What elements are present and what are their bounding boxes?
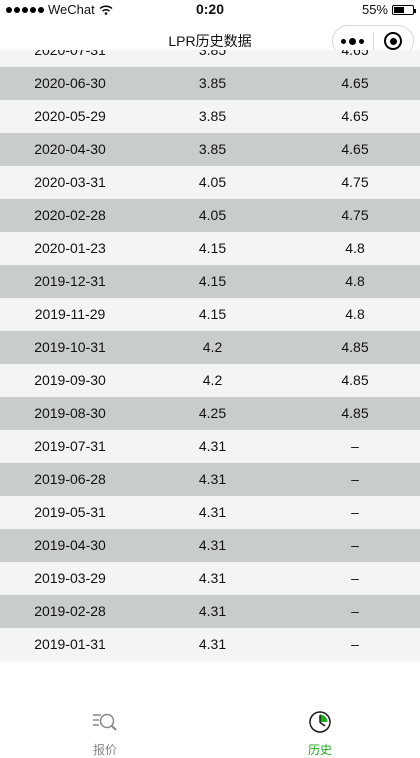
battery-group: 55% xyxy=(361,2,416,17)
one-year-rate-cell: 3.85 xyxy=(198,141,227,157)
one-year-rate-cell: 4.2 xyxy=(202,372,223,388)
five-year-rate-cell: 4.85 xyxy=(341,372,369,388)
tab-quote-label: 报价 xyxy=(92,743,117,757)
one-year-rate-cell: 4.31 xyxy=(198,471,227,487)
five-year-rate-cell: 4.8 xyxy=(345,273,365,289)
one-year-rate-cell: 4.25 xyxy=(198,405,227,421)
more-dot-icon xyxy=(349,37,357,45)
one-year-rate-cell: 4.31 xyxy=(198,504,227,520)
table-row: 2019-01-31 4.31 – xyxy=(0,628,420,661)
date-cell: 2020-07-31 xyxy=(34,50,106,58)
table-row: 2019-10-31 4.2 4.85 xyxy=(0,331,420,364)
date-cell: 2019-04-30 xyxy=(34,537,106,553)
five-year-rate-cell: 4.75 xyxy=(341,174,369,190)
five-year-rate-cell: 4.65 xyxy=(341,141,369,157)
tab-history[interactable]: 历史 xyxy=(285,710,355,758)
date-cell: 2019-01-31 xyxy=(34,636,106,652)
date-cell: 2020-01-23 xyxy=(34,240,106,256)
date-cell: 2019-09-30 xyxy=(34,372,106,388)
lpr-history-table[interactable]: 2020-07-31 3.85 4.65 2020-06-30 3.85 4.65 2020… xyxy=(0,50,420,677)
battery-percent: 55% xyxy=(361,2,388,17)
status-bar: WeChat 0:20 55% xyxy=(0,0,420,20)
table-row: 2020-01-23 4.15 4.8 xyxy=(0,232,420,265)
five-year-rate-cell: – xyxy=(351,570,359,586)
one-year-rate-cell: 4.31 xyxy=(198,636,227,652)
table-row: 2019-09-30 4.2 4.85 xyxy=(0,364,420,397)
table-row: 2019-08-30 4.25 4.85 xyxy=(0,397,420,430)
five-year-rate-cell: – xyxy=(351,438,359,454)
date-cell: 2020-02-28 xyxy=(34,207,106,223)
five-year-rate-cell: 4.85 xyxy=(341,405,369,421)
date-cell: 2019-08-30 xyxy=(34,405,106,421)
five-year-rate-cell: 4.65 xyxy=(341,108,369,124)
five-year-rate-cell: – xyxy=(351,603,359,619)
date-cell: 2019-10-31 xyxy=(34,339,106,355)
date-cell: 2019-02-28 xyxy=(34,603,106,619)
five-year-rate-cell: – xyxy=(351,471,359,487)
five-year-rate-cell: – xyxy=(351,537,359,553)
table-row: 2020-06-30 3.85 4.65 xyxy=(0,67,420,100)
five-year-rate-cell: 4.85 xyxy=(341,339,369,355)
date-cell: 2019-05-31 xyxy=(34,504,106,520)
tab-quote[interactable]: 报价 xyxy=(70,710,140,758)
one-year-rate-cell: 4.31 xyxy=(198,537,227,553)
table-row: 2020-03-31 4.05 4.75 xyxy=(0,166,420,199)
status-time: 0:20 xyxy=(195,1,225,17)
one-year-rate-cell: 4.31 xyxy=(198,438,227,454)
table-row: 2019-07-31 4.31 – xyxy=(0,430,420,463)
date-cell: 2019-12-31 xyxy=(34,273,106,289)
one-year-rate-cell: 4.05 xyxy=(198,207,227,223)
table-row: 2020-07-31 3.85 4.65 xyxy=(0,50,420,67)
table-row: 2020-05-29 3.85 4.65 xyxy=(0,100,420,133)
more-dot-icon xyxy=(341,38,347,44)
table-row: 2019-05-31 4.31 – xyxy=(0,496,420,529)
tab-history-label: 历史 xyxy=(307,743,332,757)
table-row: 2019-11-29 4.15 4.8 xyxy=(0,298,420,331)
date-cell: 2019-03-29 xyxy=(34,570,106,586)
tab-bar: 报价 历史 xyxy=(0,677,420,757)
five-year-rate-cell: 4.65 xyxy=(341,50,369,58)
one-year-rate-cell: 4.05 xyxy=(198,174,227,190)
date-cell: 2020-06-30 xyxy=(34,75,106,91)
one-year-rate-cell: 4.2 xyxy=(202,339,223,355)
clock-icon xyxy=(309,711,331,733)
five-year-rate-cell: 4.8 xyxy=(345,240,365,256)
table-row: 2019-02-28 4.31 – xyxy=(0,595,420,628)
more-dot-icon xyxy=(359,38,365,44)
one-year-rate-cell: 4.15 xyxy=(198,273,227,289)
close-target-icon xyxy=(384,32,403,50)
one-year-rate-cell: 4.15 xyxy=(198,240,227,256)
table-row: 2019-04-30 4.31 – xyxy=(0,529,420,562)
five-year-rate-cell: 4.75 xyxy=(341,207,369,223)
date-cell: 2019-06-28 xyxy=(34,471,106,487)
five-year-rate-cell: 4.65 xyxy=(341,75,369,91)
date-cell: 2020-04-30 xyxy=(34,141,106,157)
one-year-rate-cell: 3.85 xyxy=(198,108,227,124)
date-cell: 2019-07-31 xyxy=(34,438,106,454)
table-row: 2020-04-30 3.85 4.65 xyxy=(0,133,420,166)
five-year-rate-cell: – xyxy=(351,636,359,652)
date-cell: 2020-03-31 xyxy=(34,174,106,190)
one-year-rate-cell: 4.31 xyxy=(198,570,227,586)
battery-icon xyxy=(392,4,416,15)
table-row: 2019-06-28 4.31 – xyxy=(0,463,420,496)
quote-search-icon xyxy=(93,713,117,731)
one-year-rate-cell: 4.31 xyxy=(198,603,227,619)
one-year-rate-cell: 3.85 xyxy=(198,50,227,58)
date-cell: 2019-11-29 xyxy=(34,306,106,322)
table-row: 2020-02-28 4.05 4.75 xyxy=(0,199,420,232)
one-year-rate-cell: 3.85 xyxy=(198,75,227,91)
five-year-rate-cell: – xyxy=(351,504,359,520)
table-row: 2019-03-29 4.31 – xyxy=(0,562,420,595)
one-year-rate-cell: 4.15 xyxy=(198,306,227,322)
five-year-rate-cell: 4.8 xyxy=(345,306,365,322)
date-cell: 2020-05-29 xyxy=(34,108,106,124)
table-row: 2019-12-31 4.15 4.8 xyxy=(0,265,420,298)
